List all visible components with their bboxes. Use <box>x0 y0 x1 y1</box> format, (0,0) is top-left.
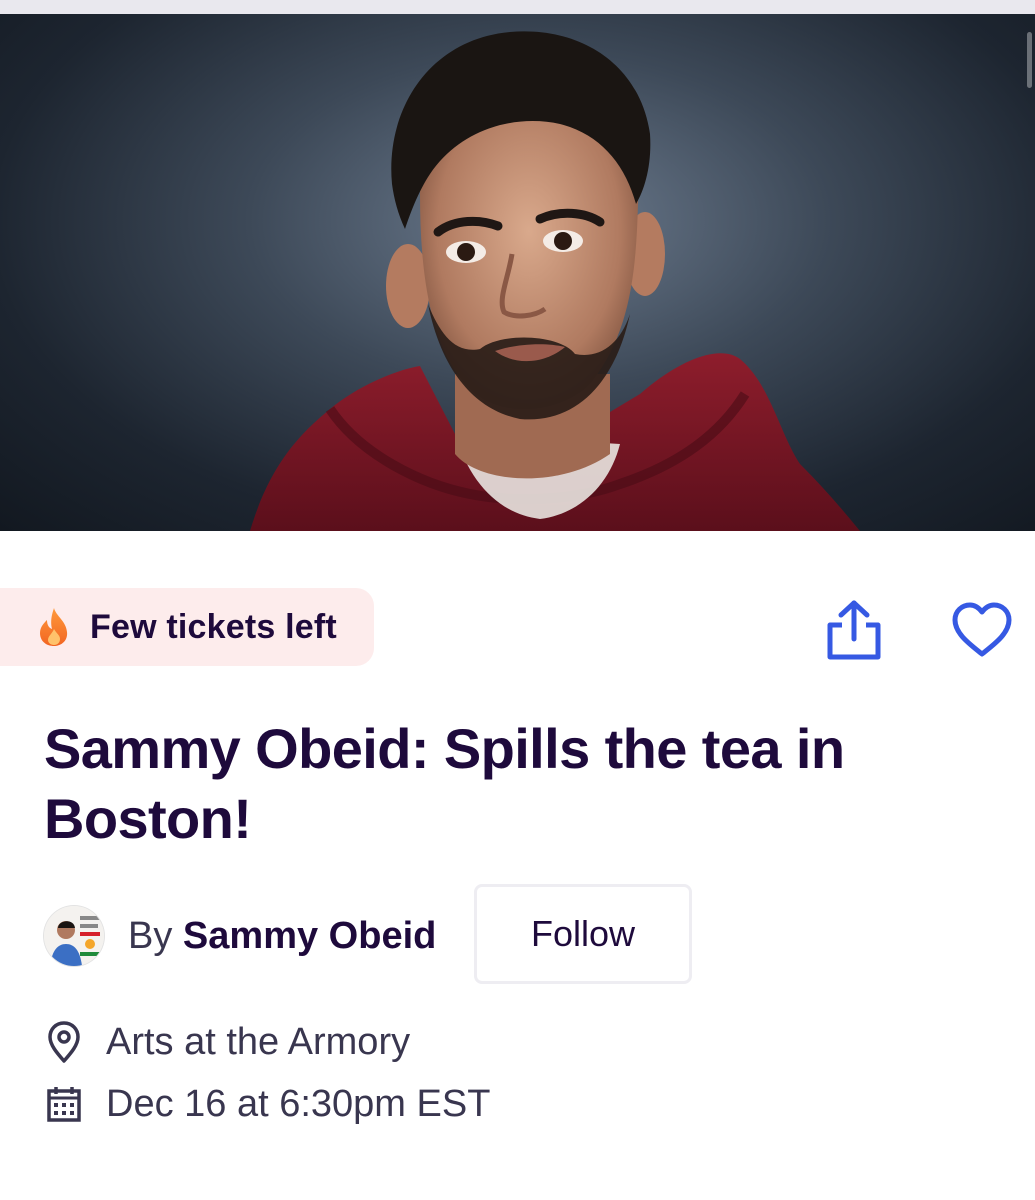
date-row: Dec 16 at 6:30pm EST <box>44 1080 490 1128</box>
like-button[interactable] <box>944 594 1020 666</box>
organizer-avatar[interactable] <box>44 906 104 966</box>
scrollbar-thumb[interactable] <box>1027 32 1032 88</box>
organizer-row: By Sammy Obeid <box>44 906 436 966</box>
map-pin-icon <box>48 1021 80 1063</box>
few-tickets-badge: Few tickets left <box>0 588 374 666</box>
datetime-text[interactable]: Dec 16 at 6:30pm EST <box>106 1083 490 1126</box>
share-icon <box>827 600 881 660</box>
browser-top-strip <box>0 0 1035 14</box>
few-tickets-label: Few tickets left <box>90 607 337 646</box>
location-text[interactable]: Arts at the Armory <box>106 1021 410 1064</box>
organizer-name[interactable]: Sammy Obeid <box>183 915 436 957</box>
heart-icon <box>952 602 1012 657</box>
follow-button[interactable]: Follow <box>474 884 692 984</box>
portrait-photo <box>250 31 860 531</box>
organizer-byline: By Sammy Obeid <box>128 915 436 958</box>
calendar-icon <box>47 1087 81 1122</box>
event-title: Sammy Obeid: Spills the tea in Boston! <box>44 717 845 850</box>
avatar-image <box>44 906 104 966</box>
share-button[interactable] <box>818 594 890 666</box>
fire-icon <box>40 608 68 646</box>
by-label: By <box>128 914 173 957</box>
event-hero-image <box>0 14 1035 531</box>
location-row: Arts at the Armory <box>44 1018 410 1066</box>
